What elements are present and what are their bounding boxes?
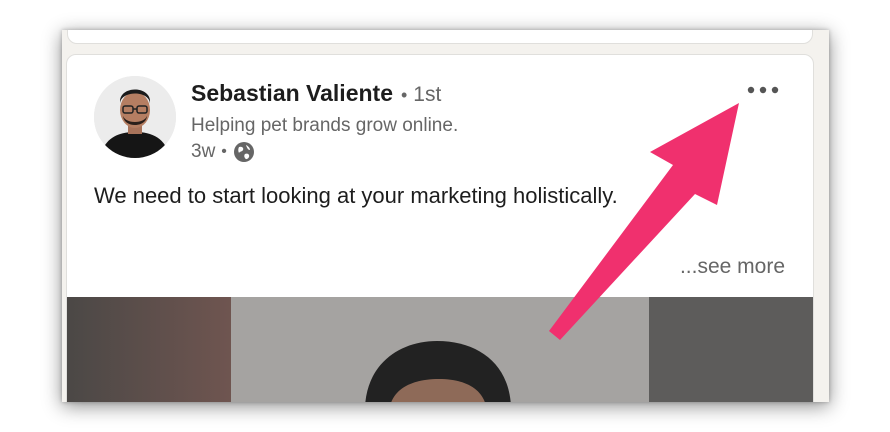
author-line: Sebastian Valiente • 1st [191,80,441,107]
author-headline: Helping pet brands grow online. [191,115,459,136]
ellipsis-icon [747,86,779,94]
post-card: Sebastian Valiente • 1st Helping pet bra… [66,54,814,402]
connection-degree: 1st [413,83,442,106]
author-name[interactable]: Sebastian Valiente [191,80,393,107]
linkedin-feed: Sebastian Valiente • 1st Helping pet bra… [62,30,829,402]
meta-separator: • [221,143,227,160]
post-meta: 3w • [191,141,255,163]
globe-icon [233,141,255,163]
see-more-link[interactable]: ...see more [680,255,785,279]
more-options-button[interactable] [741,75,785,105]
post-time: 3w [191,141,216,162]
author-avatar[interactable] [94,76,176,158]
post-video[interactable] [67,297,813,402]
connection-separator: • [400,85,408,105]
previous-post-card [67,30,813,44]
post-text: We need to start looking at your marketi… [94,183,618,208]
